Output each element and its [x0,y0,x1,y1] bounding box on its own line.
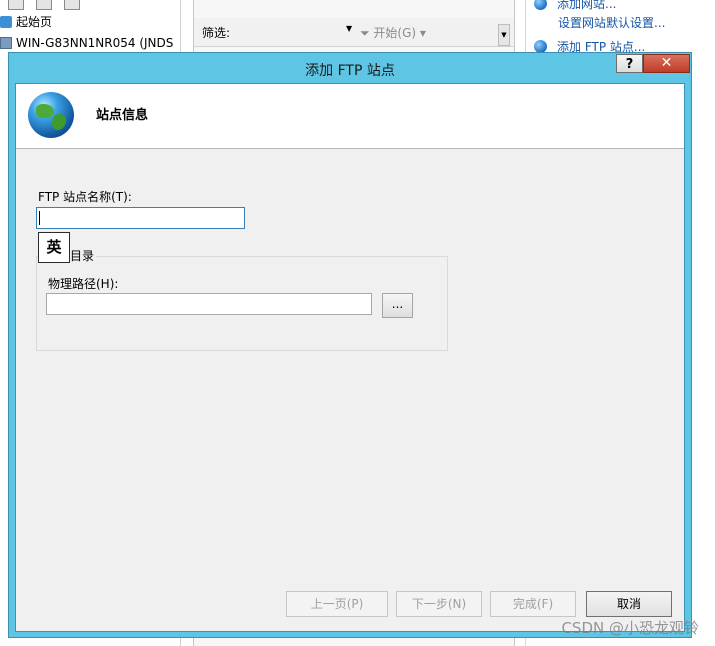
filter-bar: 筛选: ▼ ⏷ 开始(G) ▾ [194,18,514,47]
physical-path-label: 物理路径(H): [48,277,119,291]
save-icon[interactable] [8,0,24,10]
dialog-title: 添加 FTP 站点 [305,63,395,79]
dialog-client: 站点信息 FTP 站点名称(T): 目录 英 物理路径(H): ... 上一页(… [15,83,685,632]
filter-label: 筛选: [202,26,231,40]
disconnect-icon[interactable] [64,0,80,10]
scrollbar-down-arrow[interactable]: ▼ [498,24,510,46]
text-caret [39,211,40,225]
cancel-button[interactable]: 取消 [586,591,672,617]
site-name-input[interactable] [36,207,245,229]
finish-button[interactable]: 完成(F) [490,591,576,617]
globe-icon [534,0,547,10]
site-name-label: FTP 站点名称(T): [38,190,132,204]
previous-button[interactable]: 上一页(P) [286,591,388,617]
ime-indicator[interactable]: 英 [38,232,70,263]
edit-icon[interactable] [36,0,52,10]
help-button[interactable]: ? [616,54,643,73]
server-icon [0,37,12,49]
home-icon [0,16,12,28]
browse-button[interactable]: ... [382,293,413,318]
tree-item-start-page[interactable]: 起始页 [0,13,176,31]
content-directory-label: 目录 [70,247,97,264]
wizard-header: 站点信息 [16,84,684,149]
filter-start-button[interactable]: ⏷ 开始(G) ▾ [360,24,426,41]
tree-item-server[interactable]: WIN-G83NN1NR054 (JNDS [0,34,176,52]
close-button[interactable]: ✕ [643,54,690,73]
watermark: CSDN @小恐龙观铃 [561,619,699,637]
globe-icon [28,92,74,138]
add-ftp-site-dialog: 添加 FTP 站点 ? ✕ 站点信息 FTP 站点名称(T): 目录 英 物理路… [8,52,692,638]
filter-input[interactable] [234,22,346,40]
chevron-down-icon[interactable]: ▼ [346,24,352,33]
wizard-step-title: 站点信息 [96,108,149,123]
action-add-website[interactable]: 添加网站... [534,0,616,13]
physical-path-input[interactable] [46,293,372,315]
next-button[interactable]: 下一步(N) [396,591,482,617]
action-set-website-defaults[interactable]: 设置网站默认设置... [558,14,665,32]
connections-toolbar [0,0,180,12]
dialog-titlebar[interactable]: 添加 FTP 站点 ? ✕ [9,53,691,83]
